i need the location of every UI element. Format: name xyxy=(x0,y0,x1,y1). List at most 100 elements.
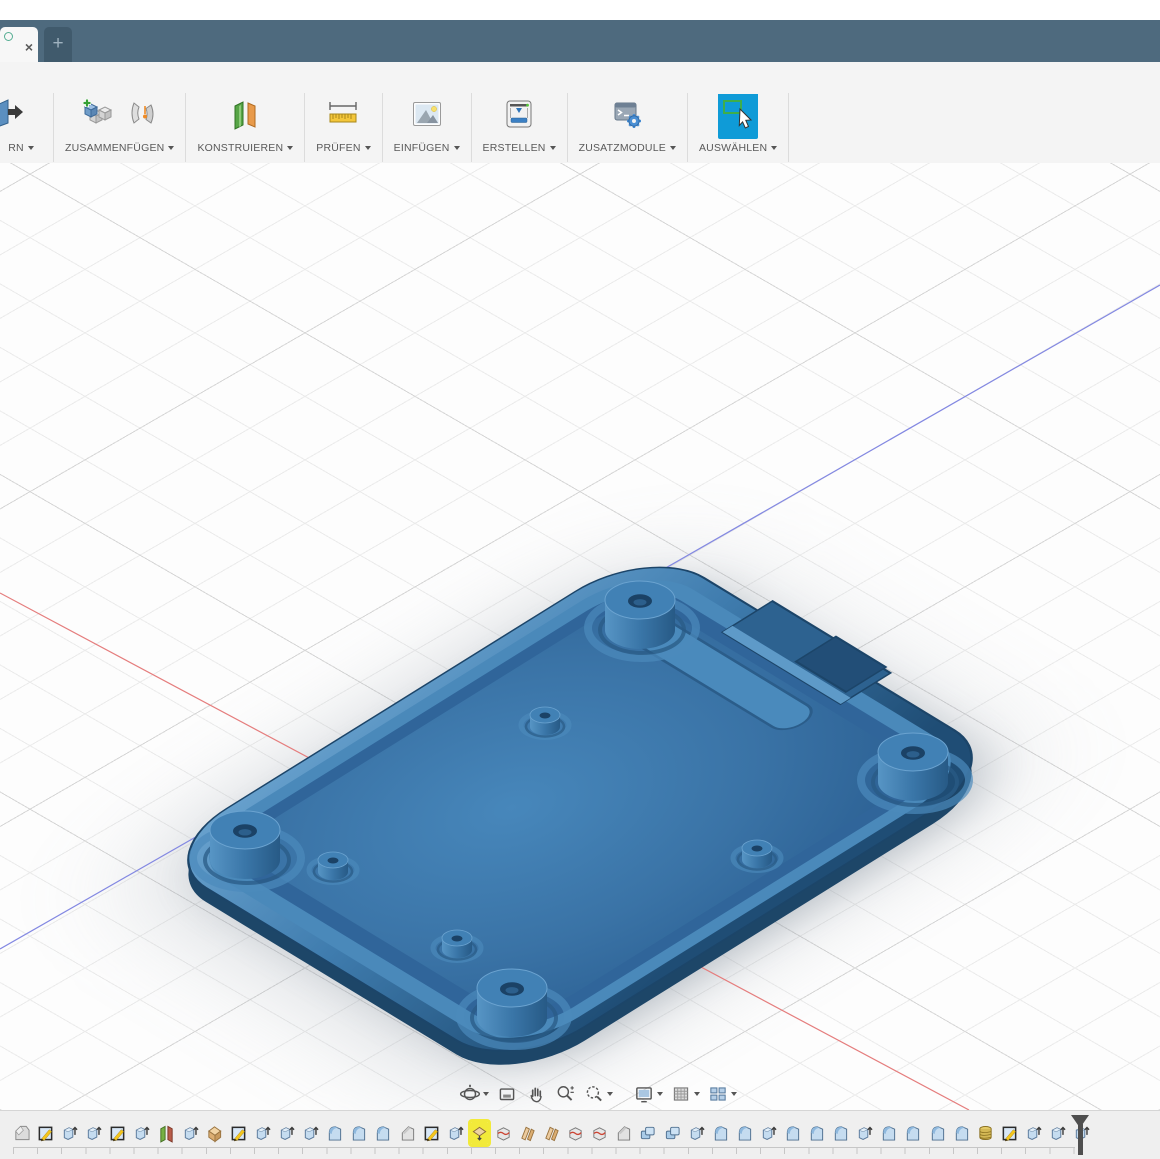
viewports-button[interactable] xyxy=(704,1081,740,1107)
timeline-feature-sketch-icon[interactable] xyxy=(37,1122,54,1144)
dropdown-caret-icon xyxy=(454,146,460,150)
toolbar-group-label-text: PRÜFEN xyxy=(316,142,360,154)
timeline-feature-fillet-icon[interactable] xyxy=(904,1122,921,1144)
fusion360-window: × + RN ZUSAMMENFÜGEN KONSTRUIEREN PRÜFEN EIN… xyxy=(0,0,1160,1159)
toolbar-group-label[interactable]: RN xyxy=(8,142,34,154)
toolbar-group-icons xyxy=(501,93,537,139)
timeline-feature-extrude-icon[interactable] xyxy=(856,1122,873,1144)
modify-partial-icon[interactable] xyxy=(0,96,31,137)
select-cursor-icon[interactable] xyxy=(718,94,758,139)
joint-icon[interactable] xyxy=(124,96,160,137)
timeline-feature-fillet-icon[interactable] xyxy=(929,1122,946,1144)
viewport-canvas[interactable] xyxy=(0,163,1160,1110)
new-component-icon[interactable] xyxy=(79,96,115,137)
timeline-feature-extrude-icon[interactable] xyxy=(85,1122,102,1144)
timeline-feature-extrude-icon[interactable] xyxy=(278,1122,295,1144)
timeline-feature-split-icon[interactable] xyxy=(591,1122,608,1144)
close-tab-icon[interactable]: × xyxy=(25,40,33,54)
timeline-feature-extrude-icon[interactable] xyxy=(760,1122,777,1144)
timeline-feature-fillet-icon[interactable] xyxy=(712,1122,729,1144)
timeline-feature-chamfer-icon[interactable] xyxy=(615,1122,632,1144)
toolbar-group-auswaehlen[interactable]: AUSWÄHLEN xyxy=(688,93,789,162)
timeline-feature-draft-icon[interactable] xyxy=(543,1122,560,1144)
timeline-feature-split-icon[interactable] xyxy=(567,1122,584,1144)
addins-script-gear-icon[interactable] xyxy=(609,96,645,137)
view-navigation-bar xyxy=(456,1081,740,1107)
display-settings-button[interactable] xyxy=(630,1081,666,1107)
timeline-feature-fillet-icon[interactable] xyxy=(832,1122,849,1144)
timeline-feature-thread-icon[interactable] xyxy=(977,1122,994,1144)
zoom-window-button[interactable] xyxy=(580,1081,616,1107)
new-tab-button[interactable]: + xyxy=(44,27,72,62)
timeline-feature-fillet-icon[interactable] xyxy=(350,1122,367,1144)
timeline-feature-chamfer-icon[interactable] xyxy=(399,1122,416,1144)
zoom-button[interactable] xyxy=(551,1081,579,1107)
dropdown-caret-icon xyxy=(607,1092,613,1096)
toolbar-group-label[interactable]: AUSWÄHLEN xyxy=(699,142,777,154)
timeline-feature-extrude-icon[interactable] xyxy=(688,1122,705,1144)
timeline-feature-fillet-icon[interactable] xyxy=(953,1122,970,1144)
toolbar-group-label[interactable]: PRÜFEN xyxy=(316,142,370,154)
timeline-feature-extrude-icon[interactable] xyxy=(182,1122,199,1144)
timeline-feature-offset-plane-icon[interactable] xyxy=(471,1122,488,1144)
timeline-feature-extrude-icon[interactable] xyxy=(61,1122,78,1144)
timeline-feature-extrude-icon[interactable] xyxy=(1049,1122,1066,1144)
dropdown-caret-icon xyxy=(28,146,34,150)
toolbar-group-label[interactable]: EINFÜGEN xyxy=(394,142,460,154)
timeline-feature-fillet-icon[interactable] xyxy=(374,1122,391,1144)
timeline-feature-extrude-icon[interactable] xyxy=(447,1122,464,1144)
orbit-button[interactable] xyxy=(456,1081,492,1107)
timeline-feature-sketch-icon[interactable] xyxy=(230,1122,247,1144)
timeline-playhead-bar[interactable] xyxy=(1078,1124,1083,1155)
construct-planes-icon[interactable] xyxy=(227,96,263,137)
insert-image-icon[interactable] xyxy=(409,96,445,137)
dropdown-caret-icon xyxy=(168,146,174,150)
toolbar-group-label-text: AUSWÄHLEN xyxy=(699,142,767,154)
timeline-feature-sketch-icon[interactable] xyxy=(1001,1122,1018,1144)
timeline-feature-draft-icon[interactable] xyxy=(519,1122,536,1144)
toolbar-group-icons xyxy=(718,93,758,139)
timeline-feature-combine-icon[interactable] xyxy=(639,1122,656,1144)
timeline-feature-extrude-icon[interactable] xyxy=(302,1122,319,1144)
timeline-feature-form-icon[interactable] xyxy=(13,1122,30,1144)
timeline-feature-extrude-icon[interactable] xyxy=(1025,1122,1042,1144)
ribbon-toolbar: RN ZUSAMMENFÜGEN KONSTRUIEREN PRÜFEN EINFÜGE… xyxy=(0,62,1160,164)
toolbar-group-erstellen[interactable]: ERSTELLEN xyxy=(472,93,568,162)
model-body[interactable] xyxy=(141,534,1037,1087)
toolbar-group-label-text: KONSTRUIEREN xyxy=(197,142,283,154)
toolbar-group-pruefen[interactable]: PRÜFEN xyxy=(305,93,382,162)
viewport[interactable] xyxy=(0,163,1160,1110)
timeline-feature-split-icon[interactable] xyxy=(495,1122,512,1144)
timeline-feature-combine-icon[interactable] xyxy=(664,1122,681,1144)
timeline-feature-shell-icon[interactable] xyxy=(206,1122,223,1144)
timeline-feature-mirror-icon[interactable] xyxy=(158,1122,175,1144)
timeline-feature-fillet-icon[interactable] xyxy=(784,1122,801,1144)
timeline-feature-sketch-icon[interactable] xyxy=(423,1122,440,1144)
toolbar-group-label[interactable]: ZUSAMMENFÜGEN xyxy=(65,142,174,154)
grid-layout-button[interactable] xyxy=(667,1081,703,1107)
design-history-timeline[interactable] xyxy=(0,1110,1160,1159)
toolbar-group-zusatzmodule[interactable]: ZUSATZMODULE xyxy=(568,93,688,162)
pan-button[interactable] xyxy=(522,1081,550,1107)
orbit-icon xyxy=(459,1083,481,1105)
active-document-tab[interactable]: × xyxy=(0,27,38,62)
look-at-button[interactable] xyxy=(493,1081,521,1107)
timeline-feature-extrude-icon[interactable] xyxy=(254,1122,271,1144)
measure-ruler-icon[interactable] xyxy=(325,96,361,137)
toolbar-group-label[interactable]: ZUSATZMODULE xyxy=(579,142,676,154)
timeline-feature-fillet-icon[interactable] xyxy=(736,1122,753,1144)
toolbar-group-icons xyxy=(325,93,361,139)
timeline-feature-fillet-icon[interactable] xyxy=(808,1122,825,1144)
toolbar-group-label[interactable]: ERSTELLEN xyxy=(483,142,556,154)
toolbar-group-konstruieren[interactable]: KONSTRUIEREN xyxy=(186,93,305,162)
timeline-feature-extrude-icon[interactable] xyxy=(133,1122,150,1144)
timeline-feature-sketch-icon[interactable] xyxy=(109,1122,126,1144)
timeline-feature-fillet-icon[interactable] xyxy=(880,1122,897,1144)
make-3dprint-icon[interactable] xyxy=(501,96,537,137)
toolbar-group-einfuegen[interactable]: EINFÜGEN xyxy=(383,93,472,162)
timeline-feature-list xyxy=(13,1122,1097,1144)
toolbar-group-label[interactable]: KONSTRUIEREN xyxy=(197,142,293,154)
toolbar-group-zusammenfuegen[interactable]: ZUSAMMENFÜGEN xyxy=(54,93,186,162)
toolbar-group-aendern-partial[interactable]: RN xyxy=(0,93,54,162)
timeline-feature-fillet-icon[interactable] xyxy=(326,1122,343,1144)
